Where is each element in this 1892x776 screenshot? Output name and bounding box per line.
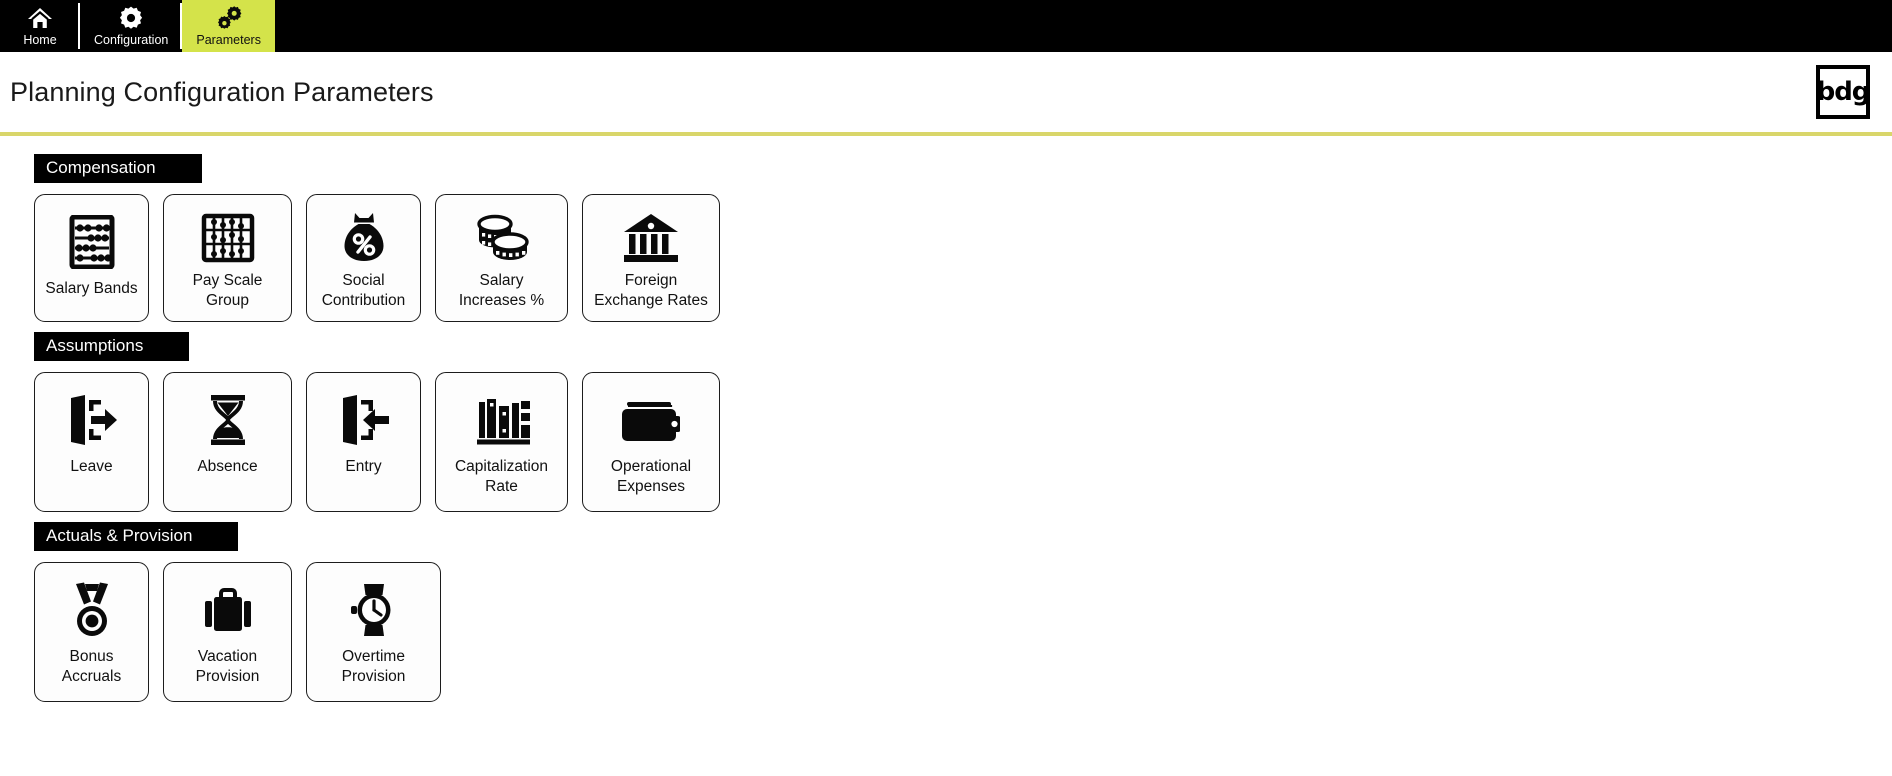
home-icon [27, 4, 53, 32]
wallet-icon [622, 389, 680, 451]
tile-absence[interactable]: Absence [163, 372, 292, 512]
medal-icon [68, 579, 116, 641]
parameters-content: Compensation Salary Bands Pay Scale Grou… [0, 136, 1892, 702]
suitcase-icon [200, 579, 256, 641]
brand-logo: bdg [1816, 65, 1870, 119]
abacus-vertical-icon [68, 211, 116, 273]
bank-icon [622, 211, 680, 265]
door-exit-icon [65, 389, 119, 451]
tile-capitalization-rate-label: Capitalization Rate [454, 458, 549, 495]
nav-item-home[interactable]: Home [0, 0, 80, 52]
tile-row-actuals-provision: Bonus Accruals Vacation Provision Overti… [24, 562, 1892, 702]
gears-icon [215, 4, 243, 32]
section-title-compensation: Compensation [34, 154, 202, 183]
gear-icon [118, 4, 144, 32]
tile-salary-bands-label: Salary Bands [45, 280, 138, 297]
section-assumptions: Assumptions Leave Absence Entry Capitali… [24, 332, 1892, 512]
nav-item-parameters-label: Parameters [196, 33, 261, 47]
tile-vacation-provision[interactable]: Vacation Provision [163, 562, 292, 702]
page-title: Planning Configuration Parameters [10, 76, 434, 107]
tile-bonus-accruals-label: Bonus Accruals [61, 648, 122, 685]
tile-foreign-exchange-rates-label: Foreign Exchange Rates [594, 272, 708, 309]
tile-entry-label: Entry [345, 458, 382, 475]
section-compensation: Compensation Salary Bands Pay Scale Grou… [24, 154, 1892, 322]
tile-absence-label: Absence [197, 458, 258, 475]
tile-entry[interactable]: Entry [306, 372, 421, 512]
coins-stack-icon [471, 211, 533, 265]
watch-icon [349, 579, 399, 641]
nav-item-configuration[interactable]: Configuration [80, 0, 183, 52]
top-navigation-bar: Home Configuration Parameters [0, 0, 1892, 52]
hourglass-icon [205, 389, 251, 451]
tile-social-contribution[interactable]: Social Contribution [306, 194, 421, 322]
tile-pay-scale-group[interactable]: Pay Scale Group [163, 194, 292, 322]
tile-overtime-provision-label: Overtime Provision [341, 648, 406, 685]
section-actuals-provision: Actuals & Provision Bonus Accruals Vacat… [24, 522, 1892, 702]
tile-row-assumptions: Leave Absence Entry Capitalization Rate … [24, 372, 1892, 512]
tile-salary-increases[interactable]: Salary Increases % [435, 194, 568, 322]
tile-operational-expenses-label: Operational Expenses [610, 458, 692, 495]
tile-operational-expenses[interactable]: Operational Expenses [582, 372, 720, 512]
tile-capitalization-rate[interactable]: Capitalization Rate [435, 372, 568, 512]
nav-item-home-label: Home [23, 33, 57, 47]
tile-overtime-provision[interactable]: Overtime Provision [306, 562, 441, 702]
page-header: Planning Configuration Parameters bdg [0, 52, 1892, 132]
tile-leave[interactable]: Leave [34, 372, 149, 512]
section-title-assumptions: Assumptions [34, 332, 190, 361]
books-icon [474, 389, 530, 451]
tile-foreign-exchange-rates[interactable]: Foreign Exchange Rates [582, 194, 720, 322]
tile-row-compensation: Salary Bands Pay Scale Group Social Cont… [24, 194, 1892, 322]
section-title-actuals-provision: Actuals & Provision [34, 522, 239, 551]
tile-leave-label: Leave [70, 458, 113, 475]
brand-logo-text: bdg [1816, 77, 1871, 107]
door-enter-icon [337, 389, 391, 451]
tile-salary-increases-label: Salary Increases % [458, 272, 545, 309]
tile-salary-bands[interactable]: Salary Bands [34, 194, 149, 322]
abacus-grid-icon [201, 211, 255, 265]
tile-pay-scale-group-label: Pay Scale Group [192, 272, 263, 309]
tile-bonus-accruals[interactable]: Bonus Accruals [34, 562, 149, 702]
tile-social-contribution-label: Social Contribution [321, 272, 406, 309]
tile-vacation-provision-label: Vacation Provision [195, 648, 260, 685]
nav-item-configuration-label: Configuration [94, 33, 169, 47]
nav-item-parameters[interactable]: Parameters [182, 0, 275, 52]
money-bag-percent-icon [339, 211, 389, 265]
